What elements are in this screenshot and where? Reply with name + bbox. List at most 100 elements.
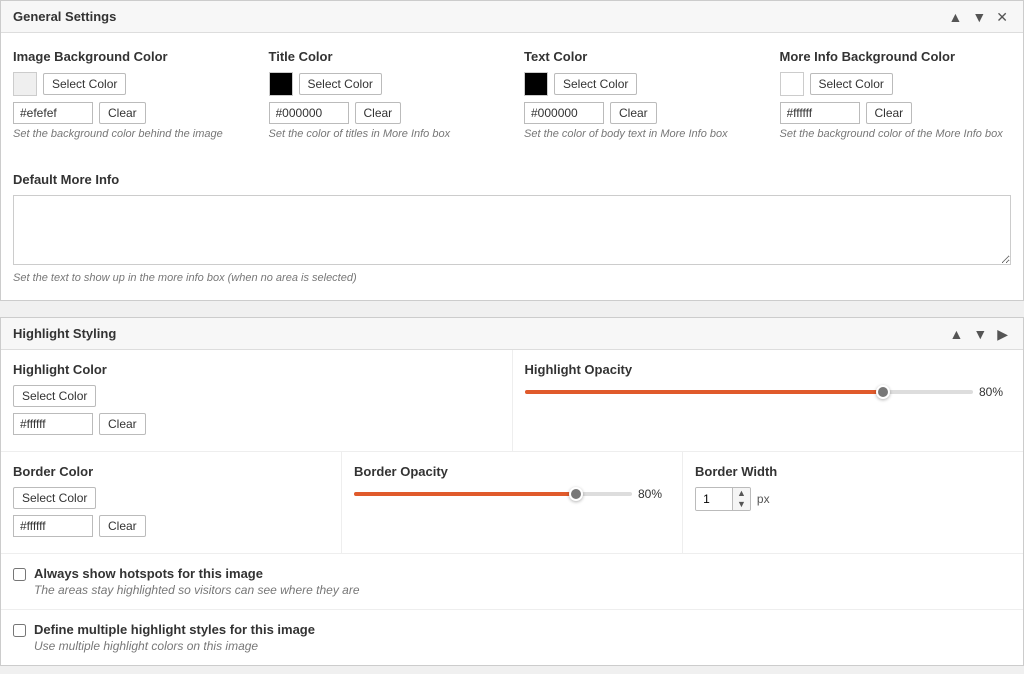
highlight-color-input[interactable]	[13, 413, 93, 435]
text-color-swatch	[524, 72, 548, 96]
more-info-bg-color-label: More Info Background Color	[780, 49, 1012, 64]
color-row-top: Image Background Color Select Color Clea…	[13, 49, 1011, 140]
collapse-down-button[interactable]: ▼	[969, 10, 989, 24]
always-show-hotspots-checkbox[interactable]	[13, 568, 26, 581]
highlight-panel-controls: ▲ ▼ ▶	[947, 327, 1012, 341]
title-color-select-row: Select Color	[269, 72, 501, 96]
image-bg-color-select-row: Select Color	[13, 72, 245, 96]
border-color-select-button[interactable]: Select Color	[13, 487, 96, 509]
title-color-value-row: Clear	[269, 102, 501, 124]
text-color-clear-button[interactable]: Clear	[610, 102, 657, 124]
more-info-bg-color-hint: Set the background color of the More Inf…	[780, 128, 1012, 140]
title-color-swatch	[269, 72, 293, 96]
multiple-highlight-styles-checkbox[interactable]	[13, 624, 26, 637]
collapse-up-button[interactable]: ▲	[946, 10, 966, 24]
always-show-hotspots-row: Always show hotspots for this image The …	[1, 553, 1023, 609]
image-bg-color-input[interactable]	[13, 102, 93, 124]
title-color-input[interactable]	[269, 102, 349, 124]
highlight-opacity-value: 80%	[979, 385, 1011, 399]
always-show-hotspots-container: Always show hotspots for this image The …	[34, 566, 360, 597]
highlight-opacity-track[interactable]	[525, 390, 974, 394]
border-color-clear-button[interactable]: Clear	[99, 515, 146, 537]
multiple-highlight-styles-container: Define multiple highlight styles for thi…	[34, 622, 315, 653]
highlight-opacity-col: Highlight Opacity 80%	[513, 350, 1024, 451]
border-opacity-slider-container: 80%	[354, 487, 670, 501]
text-color-input[interactable]	[524, 102, 604, 124]
border-color-col: Border Color Select Color Clear	[1, 452, 342, 553]
border-color-label: Border Color	[13, 464, 329, 479]
image-bg-color-select-button[interactable]: Select Color	[43, 73, 126, 95]
highlight-color-select-button[interactable]: Select Color	[13, 385, 96, 407]
border-opacity-thumb[interactable]	[569, 487, 583, 501]
always-show-hotspots-hint: The areas stay highlighted so visitors c…	[34, 583, 360, 597]
border-width-increment-button[interactable]: ▲	[733, 488, 750, 499]
close-panel-button[interactable]: ✕	[993, 10, 1011, 24]
highlight-close-panel-button[interactable]: ▶	[994, 327, 1011, 341]
border-color-value-row: Clear	[13, 515, 329, 537]
general-settings-body: Image Background Color Select Color Clea…	[1, 33, 1023, 172]
border-width-input-wrapper: ▲ ▼	[695, 487, 751, 511]
more-info-bg-color-swatch	[780, 72, 804, 96]
highlight-color-label: Highlight Color	[13, 362, 500, 377]
border-width-input[interactable]	[696, 488, 732, 510]
highlight-styling-panel: Highlight Styling ▲ ▼ ▶ Highlight Color …	[0, 317, 1024, 666]
image-bg-color-label: Image Background Color	[13, 49, 245, 64]
title-color-label: Title Color	[269, 49, 501, 64]
highlight-color-col: Highlight Color Select Color Clear	[1, 350, 513, 451]
multiple-highlight-styles-label: Define multiple highlight styles for thi…	[34, 622, 315, 637]
border-opacity-col: Border Opacity 80%	[342, 452, 683, 553]
general-settings-title: General Settings	[13, 9, 116, 24]
section-divider	[0, 309, 1024, 317]
border-width-col: Border Width ▲ ▼ px	[683, 452, 1023, 553]
title-color-clear-button[interactable]: Clear	[355, 102, 402, 124]
more-info-bg-color-field: More Info Background Color Select Color …	[780, 49, 1012, 140]
default-more-info-hint: Set the text to show up in the more info…	[13, 272, 1011, 284]
more-info-bg-color-value-row: Clear	[780, 102, 1012, 124]
border-width-input-row: ▲ ▼ px	[695, 487, 1011, 511]
highlight-styling-title: Highlight Styling	[13, 326, 116, 341]
multiple-highlight-styles-hint: Use multiple highlight colors on this im…	[34, 639, 315, 653]
more-info-bg-color-select-button[interactable]: Select Color	[810, 73, 893, 95]
highlight-styling-header: Highlight Styling ▲ ▼ ▶	[1, 318, 1023, 350]
image-bg-color-swatch	[13, 72, 37, 96]
multiple-highlight-styles-row: Define multiple highlight styles for thi…	[1, 609, 1023, 665]
highlight-opacity-label: Highlight Opacity	[525, 362, 1012, 377]
highlight-opacity-slider-container: 80%	[525, 385, 1012, 399]
border-color-select-row: Select Color	[13, 487, 329, 509]
border-width-unit: px	[757, 492, 770, 506]
always-show-hotspots-label: Always show hotspots for this image	[34, 566, 360, 581]
border-opacity-track[interactable]	[354, 492, 632, 496]
more-info-bg-color-clear-button[interactable]: Clear	[866, 102, 913, 124]
highlight-color-clear-button[interactable]: Clear	[99, 413, 146, 435]
highlight-color-value-row: Clear	[13, 413, 500, 435]
border-opacity-value: 80%	[638, 487, 670, 501]
text-color-select-row: Select Color	[524, 72, 756, 96]
text-color-value-row: Clear	[524, 102, 756, 124]
border-color-input[interactable]	[13, 515, 93, 537]
image-bg-color-hint: Set the background color behind the imag…	[13, 128, 245, 140]
default-more-info-label: Default More Info	[13, 172, 1011, 187]
default-more-info-textarea[interactable]	[13, 195, 1011, 265]
text-color-select-button[interactable]: Select Color	[554, 73, 637, 95]
more-info-bg-color-select-row: Select Color	[780, 72, 1012, 96]
text-color-hint: Set the color of body text in More Info …	[524, 128, 756, 140]
highlight-opacity-thumb[interactable]	[876, 385, 890, 399]
highlight-color-select-row: Select Color	[13, 385, 500, 407]
border-opacity-label: Border Opacity	[354, 464, 670, 479]
default-more-info-section: Default More Info Set the text to show u…	[1, 172, 1023, 300]
text-color-field: Text Color Select Color Clear Set the co…	[524, 49, 756, 140]
border-width-spinners: ▲ ▼	[732, 488, 750, 510]
highlight-collapse-up-button[interactable]: ▲	[947, 327, 967, 341]
border-width-decrement-button[interactable]: ▼	[733, 499, 750, 510]
title-color-select-button[interactable]: Select Color	[299, 73, 382, 95]
image-bg-color-field: Image Background Color Select Color Clea…	[13, 49, 245, 140]
title-color-field: Title Color Select Color Clear Set the c…	[269, 49, 501, 140]
highlight-collapse-down-button[interactable]: ▼	[970, 327, 990, 341]
more-info-bg-color-input[interactable]	[780, 102, 860, 124]
general-settings-header: General Settings ▲ ▼ ✕	[1, 1, 1023, 33]
image-bg-color-clear-button[interactable]: Clear	[99, 102, 146, 124]
highlight-top-row: Highlight Color Select Color Clear Highl…	[1, 350, 1023, 451]
highlight-opacity-fill	[525, 390, 884, 394]
border-row: Border Color Select Color Clear Border O…	[1, 451, 1023, 553]
image-bg-color-value-row: Clear	[13, 102, 245, 124]
